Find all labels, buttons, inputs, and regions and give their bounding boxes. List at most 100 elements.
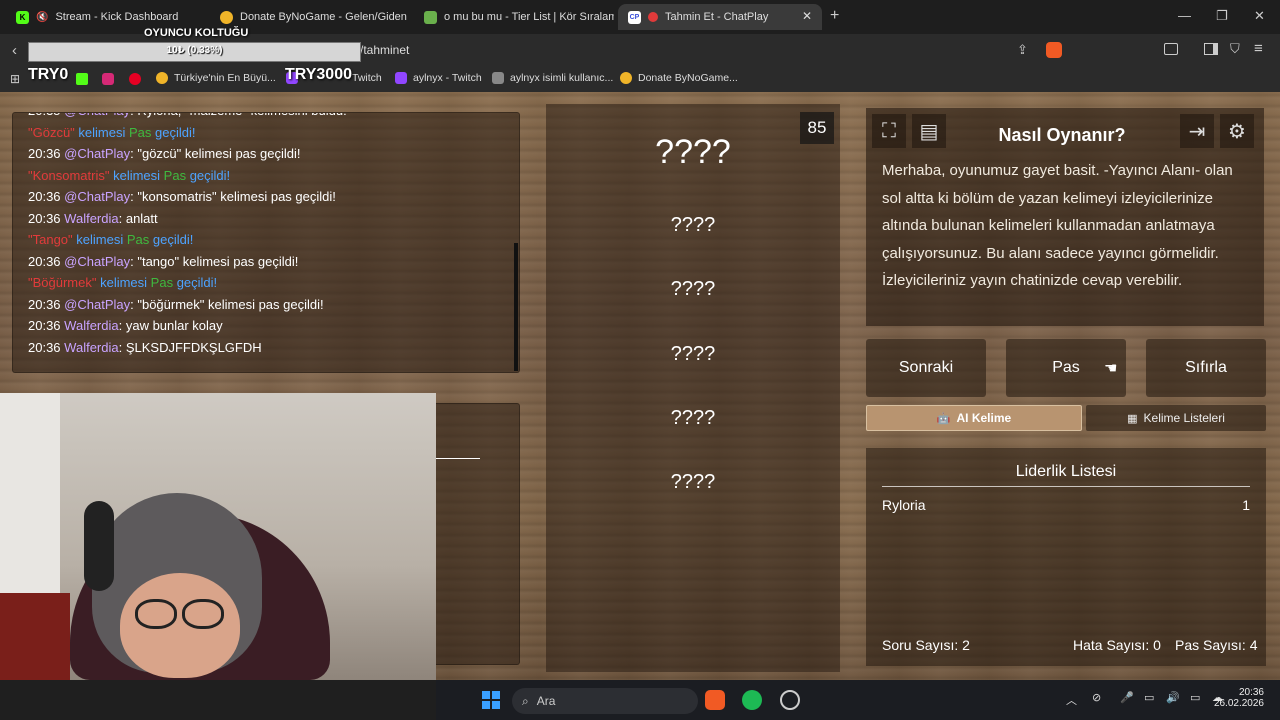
vpn-icon[interactable]: ⛉: [1230, 41, 1240, 57]
question-count: Soru Sayısı: 2: [882, 637, 970, 653]
back-icon[interactable]: ‹: [12, 42, 17, 59]
clock-time: 20:36: [1238, 687, 1264, 698]
brave-shield-icon[interactable]: [1046, 42, 1062, 58]
share-icon[interactable]: ⇪: [1017, 42, 1028, 58]
brave-taskbar-icon[interactable]: [705, 690, 725, 710]
headphones: [84, 501, 114, 591]
bookmark-aylnyx-twitch[interactable]: aylnyx - Twitch: [395, 72, 482, 84]
chevron-up-icon[interactable]: ︿: [1066, 692, 1077, 708]
chat-username[interactable]: Walferdia: [64, 211, 118, 226]
sidebar-icon[interactable]: [1204, 43, 1218, 55]
word-card: [546, 104, 840, 672]
word-lists-tab[interactable]: ▦ Kelime Listeleri: [1086, 405, 1266, 431]
chat-message: "Gözcü" kelimesi Pas geçildi!: [28, 125, 195, 140]
chatplay-icon: CP: [628, 10, 641, 24]
error-count: Hata Sayısı: 0: [1073, 637, 1161, 653]
chat-username[interactable]: Walferdia: [64, 340, 118, 355]
bynogame-icon: [220, 10, 233, 24]
chat-time: 20:36: [28, 146, 61, 161]
mute-mic-icon[interactable]: ⊘: [1092, 691, 1101, 704]
kick-bookmark-icon[interactable]: [76, 73, 88, 85]
chat-message: 20:36 Walferdia: anlatt: [28, 211, 158, 226]
chat-username[interactable]: @ChatPlay: [64, 297, 130, 312]
bookmark-label: aylnyx - Twitch: [413, 72, 482, 84]
battery-icon[interactable]: ▭: [1190, 691, 1200, 704]
instagram-icon[interactable]: [102, 73, 114, 85]
left-amount: TRY0: [28, 66, 69, 83]
notes-icon[interactable]: ▤: [912, 114, 946, 148]
seat-progress-text: 10₺ (0.33%): [166, 45, 223, 56]
chat-time: 20:36: [28, 296, 61, 312]
tab-title: Stream - Kick Dashboard: [55, 11, 179, 23]
seat-title: OYUNCU KOLTUĞU: [144, 27, 249, 39]
chat-time: 20:36: [28, 253, 61, 269]
window-close-icon[interactable]: ✕: [1254, 8, 1265, 24]
ai-words-label: AI Kelime: [956, 411, 1012, 425]
chat-username[interactable]: @ChatPlay: [64, 189, 130, 204]
new-tab-icon[interactable]: +: [830, 7, 839, 25]
fullscreen-icon[interactable]: ⛶: [872, 114, 906, 148]
screenshot-icon[interactable]: [1164, 43, 1178, 55]
chat-message: 20:35 @ChatPlay: Ryloria, "malzeme" keli…: [28, 113, 347, 118]
minimize-icon[interactable]: —: [1178, 8, 1191, 23]
chat-username[interactable]: "Böğürmek": [28, 275, 96, 290]
gear-icon[interactable]: ⚙: [1220, 114, 1254, 148]
chair: [0, 593, 70, 680]
volume-icon[interactable]: 🔊: [1166, 691, 1180, 704]
kick-icon: K: [16, 10, 29, 24]
chat-text: kelimesi Pas geçildi!: [109, 167, 231, 183]
app-icon[interactable]: [780, 690, 800, 710]
chat-username[interactable]: @ChatPlay: [64, 113, 130, 118]
tab-tierlist[interactable]: o mu bu mu - Tier List | Kör Sıralama: [414, 4, 614, 30]
glasses-right: [182, 599, 224, 629]
taskbar-search[interactable]: ⌕ Ara: [512, 688, 698, 714]
close-icon[interactable]: ✕: [802, 9, 812, 23]
bookmark-turkiye[interactable]: Türkiye'nin En Büyü...: [156, 72, 276, 84]
next-button[interactable]: Sonraki: [866, 339, 986, 397]
reset-button[interactable]: Sıfırla: [1146, 339, 1266, 397]
network-icon[interactable]: ▭: [1144, 691, 1154, 704]
url-field[interactable]: /tahminet: [360, 43, 409, 57]
how-to-play-body: Merhaba, oyunumuz gayet basit. -Yayıncı …: [882, 162, 1233, 289]
forbidden-word: ????: [670, 343, 716, 365]
chat-text: : "böğürmek" kelimesi pas geçildi!: [130, 296, 324, 312]
chat-username[interactable]: @ChatPlay: [64, 146, 130, 161]
ai-words-tab[interactable]: 🤖 AI Kelime: [866, 405, 1082, 431]
chat-text: kelimesi Pas geçildi!: [72, 232, 194, 247]
chat-text: kelimesi Pas geçildi!: [74, 124, 196, 140]
divider: [436, 458, 480, 459]
chat-username[interactable]: "Gözcü": [28, 125, 75, 140]
divider: [882, 486, 1250, 487]
spotify-icon[interactable]: [742, 690, 762, 710]
chat-message: 20:36 @ChatPlay: "tango" kelimesi pas ge…: [28, 254, 298, 269]
menu-icon[interactable]: ≡: [1254, 40, 1263, 57]
robot-icon: 🤖: [936, 412, 951, 425]
page-icon: [492, 72, 504, 84]
chat-text: : Ryloria, "malzeme" kelimesini buldu!: [130, 113, 347, 118]
chat-time: 20:36: [28, 210, 61, 226]
chat-text: : "konsomatris" kelimesi pas geçildi!: [130, 189, 336, 204]
chat-username[interactable]: Walferdia: [64, 318, 118, 333]
forbidden-word: ????: [670, 214, 716, 236]
chat-message: "Tango" kelimesi Pas geçildi!: [28, 232, 193, 247]
mouse-cursor-icon: ☚: [1104, 360, 1118, 377]
chat-username[interactable]: "Tango": [28, 232, 73, 247]
chat-scrollbar[interactable]: [514, 243, 518, 371]
forbidden-word: ????: [670, 407, 716, 429]
maximize-icon[interactable]: ❐: [1216, 8, 1228, 24]
microphone-icon[interactable]: 🎤: [1120, 691, 1134, 704]
chat-message: "Böğürmek" kelimesi Pas geçildi!: [28, 275, 217, 290]
bookmark-donate[interactable]: Donate ByNoGame...: [620, 72, 738, 84]
pinterest-icon[interactable]: [129, 73, 141, 85]
windows-start-icon[interactable]: [482, 691, 500, 709]
tab-chatplay[interactable]: CP Tahmin Et - ChatPlay ✕: [618, 4, 822, 30]
chat-username[interactable]: "Konsomatris": [28, 168, 109, 183]
bookmark-aylnyx-user[interactable]: aylnyx isimli kullanıc...: [492, 72, 613, 84]
exit-icon[interactable]: ⇥: [1180, 114, 1214, 148]
chat-message: 20:36 @ChatPlay: "gözcü" kelimesi pas ge…: [28, 146, 300, 161]
chat-username[interactable]: @ChatPlay: [64, 254, 130, 269]
clock[interactable]: 20:36 26.02.2026: [1214, 687, 1264, 709]
chat-time: 20:36: [28, 339, 61, 355]
chat-text: : "gözcü" kelimesi pas geçildi!: [130, 146, 301, 161]
apps-icon[interactable]: ⊞: [10, 72, 20, 86]
